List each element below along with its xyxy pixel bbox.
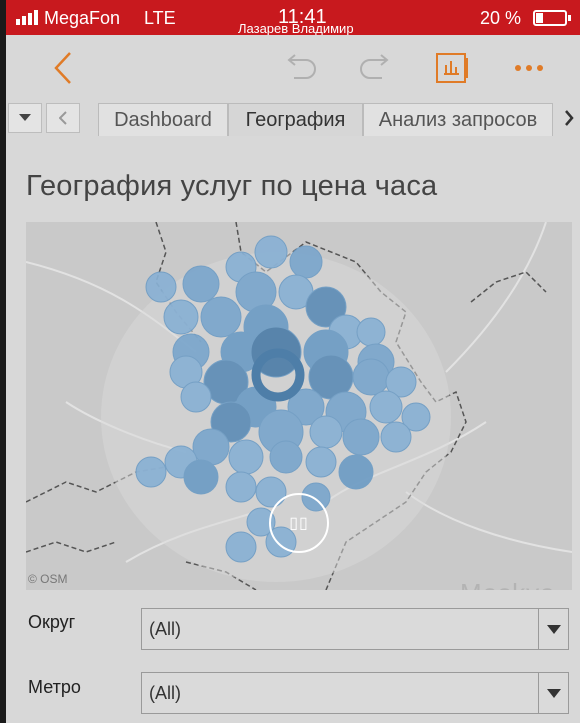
battery-percent: 20 % — [480, 8, 522, 28]
tab-next-button[interactable] — [558, 103, 580, 133]
page-title: География услуг по цена часа — [26, 170, 438, 202]
carrier-name: MegaFon — [44, 8, 121, 28]
undo-button[interactable] — [280, 51, 320, 85]
back-button[interactable] — [46, 49, 80, 87]
filter-label-okrug: Округ — [28, 612, 76, 632]
okrug-select-value: (All) — [149, 618, 181, 639]
redo-button[interactable] — [356, 51, 396, 85]
user-name: Лазарев Владимир — [238, 21, 354, 36]
map-view[interactable]: © OSM Moskva ▯▯ — [26, 222, 572, 590]
caret-down-icon — [538, 673, 568, 713]
battery-icon — [533, 10, 571, 26]
chevron-left-icon — [59, 111, 67, 125]
more-dots-icon — [515, 65, 543, 71]
toolbar — [6, 35, 580, 100]
status-bar: MegaFon LTE 11:41 Лазарев Владимир 20 % — [6, 0, 580, 36]
redo-icon — [360, 54, 389, 79]
pause-button[interactable]: ▯▯ — [269, 493, 329, 553]
caret-down-icon — [538, 609, 568, 649]
city-label: Moskva — [460, 578, 556, 590]
chevron-right-icon — [565, 110, 574, 126]
pause-icon: ▯▯ — [289, 515, 309, 532]
more-button[interactable] — [512, 57, 546, 79]
tab-geografiya[interactable]: География — [228, 103, 363, 136]
network-type: LTE — [144, 8, 176, 28]
view-data-button[interactable] — [434, 51, 470, 85]
tab-menu-button[interactable] — [8, 103, 42, 133]
filter-label-metro: Метро — [28, 677, 81, 697]
undo-icon — [287, 54, 316, 79]
caret-down-icon — [19, 114, 31, 121]
okrug-select[interactable]: (All) — [141, 608, 569, 650]
tab-analiz-zaprosov[interactable]: Анализ запросов — [363, 103, 553, 136]
chart-data-icon — [436, 53, 468, 83]
tab-prev-button[interactable] — [46, 103, 80, 133]
signal-icon — [16, 9, 38, 25]
metro-select[interactable]: (All) — [141, 672, 569, 714]
metro-select-value: (All) — [149, 682, 181, 703]
map-attribution[interactable]: © OSM — [28, 572, 68, 586]
chevron-left-icon — [54, 52, 71, 84]
tab-dashboard[interactable]: Dashboard — [98, 103, 228, 136]
tab-bar: Dashboard География Анализ запросов — [6, 100, 580, 136]
